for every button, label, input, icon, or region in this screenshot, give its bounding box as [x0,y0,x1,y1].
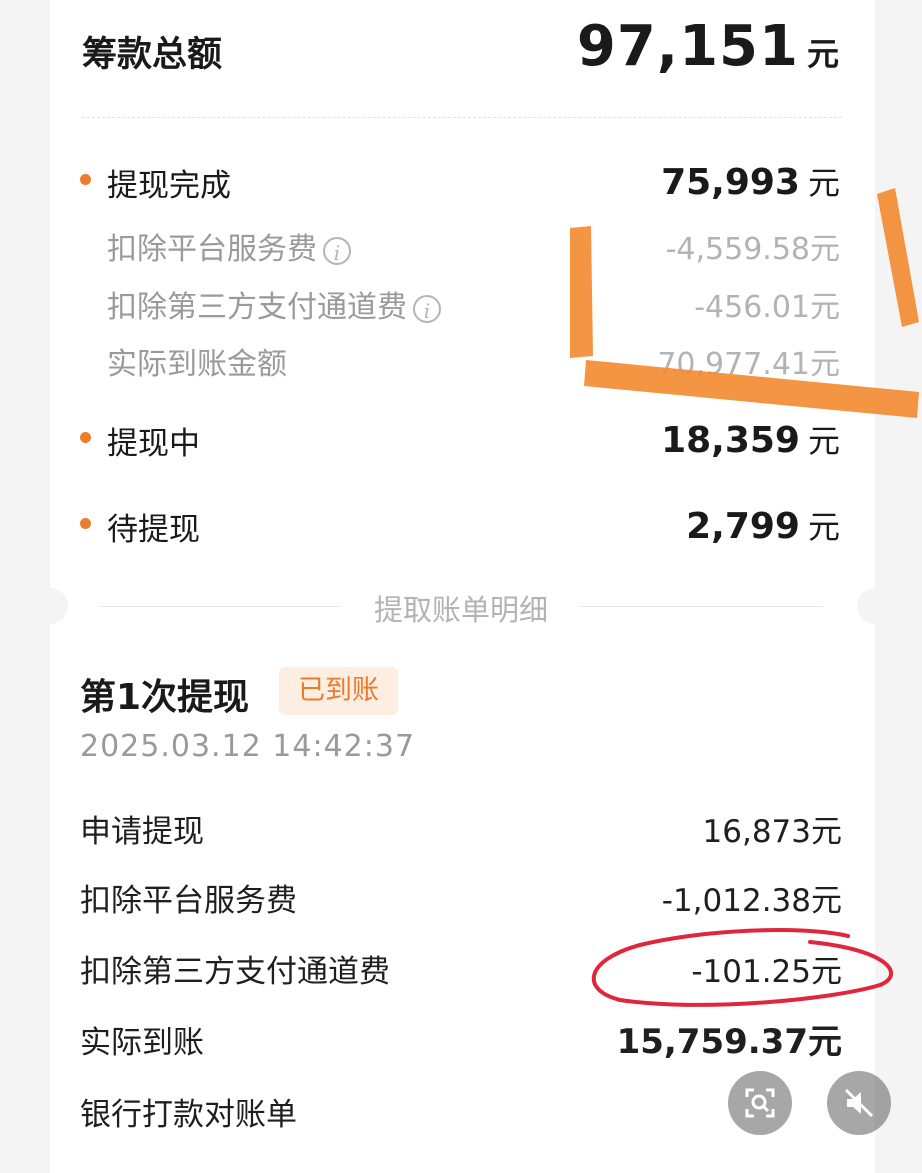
orange-highlight-mark [584,360,919,418]
orange-highlight-mark [877,188,919,327]
annotation-layer [570,188,919,1007]
red-circle-mark [591,928,893,1007]
orange-highlight-mark [570,226,593,358]
